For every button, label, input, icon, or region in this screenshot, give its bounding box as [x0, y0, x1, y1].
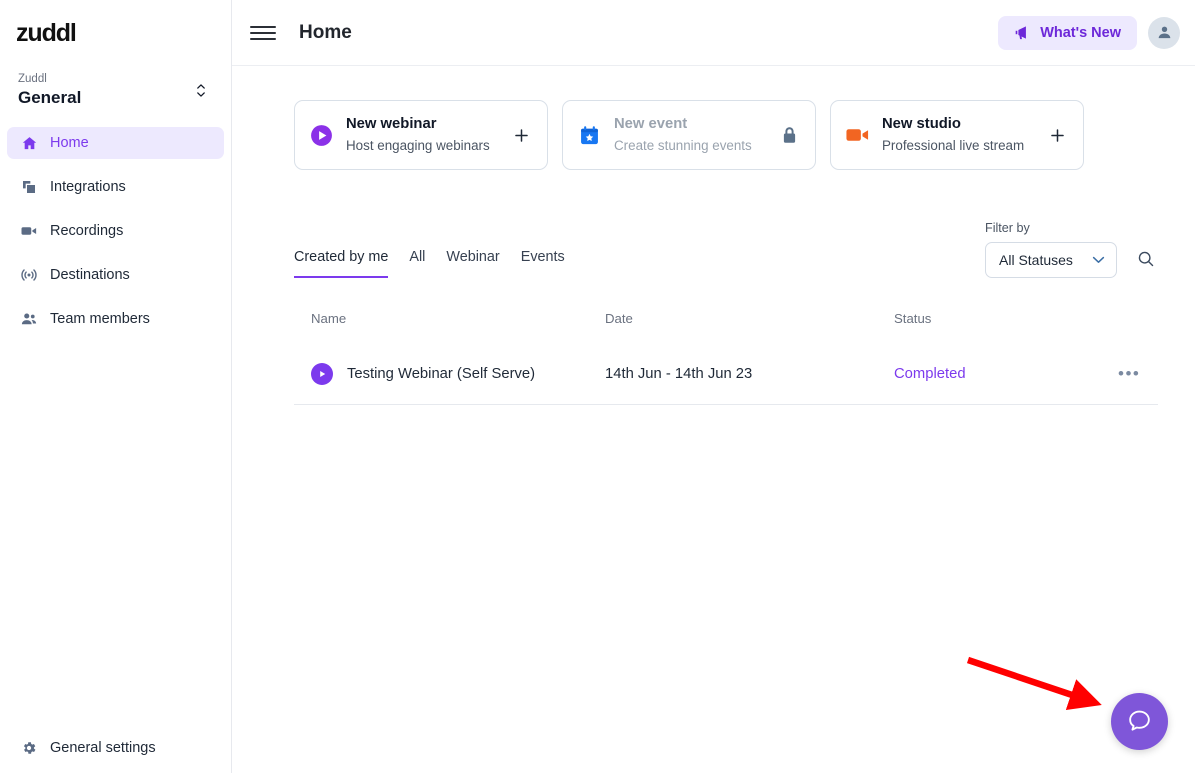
- calendar-icon: [576, 124, 602, 147]
- filter-by-block: Filter by All Statuses: [985, 221, 1117, 278]
- tab-created-by-me[interactable]: Created by me: [294, 249, 388, 278]
- sidebar-nav: Home Integrations Recordings: [0, 127, 231, 335]
- row-name-cell: Testing Webinar (Self Serve): [311, 363, 605, 385]
- tabs-and-filter: Created by me All Webinar Events Filter …: [294, 221, 1195, 278]
- recordings-icon: [20, 222, 38, 240]
- topbar-actions: What's New: [998, 16, 1180, 50]
- main-area: Home What's New: [232, 0, 1195, 773]
- home-icon: [20, 134, 38, 152]
- hamburger-bar: [250, 38, 276, 40]
- play-circle-icon: [308, 123, 334, 148]
- destinations-icon: [20, 266, 38, 284]
- sidebar-item-label: Destinations: [50, 267, 130, 283]
- org-switcher-chevrons: [197, 84, 209, 97]
- hamburger-bar: [250, 26, 276, 28]
- filter-by-label: Filter by: [985, 221, 1117, 235]
- card-new-webinar[interactable]: New webinar Host engaging webinars: [294, 100, 548, 170]
- plus-icon[interactable]: [510, 126, 532, 145]
- column-header-status: Status: [894, 311, 1118, 326]
- row-title: Testing Webinar (Self Serve): [347, 366, 535, 382]
- video-camera-icon: [844, 124, 870, 146]
- plus-icon[interactable]: [1046, 126, 1068, 145]
- items-table: Name Date Status Testing Webinar (Self S…: [294, 311, 1158, 405]
- hamburger-icon[interactable]: [250, 20, 276, 46]
- status-filter-select[interactable]: All Statuses: [985, 242, 1117, 278]
- card-title: New webinar: [346, 115, 510, 134]
- sidebar-item-recordings[interactable]: Recordings: [7, 215, 224, 247]
- column-header-date: Date: [605, 311, 894, 326]
- whats-new-button[interactable]: What's New: [998, 16, 1137, 50]
- tab-all[interactable]: All: [409, 249, 425, 278]
- card-text: New event Create stunning events: [614, 115, 778, 155]
- sidebar-item-team-members[interactable]: Team members: [7, 303, 224, 335]
- app-root: zuddl Zuddl General Home: [0, 0, 1195, 773]
- sidebar-item-integrations[interactable]: Integrations: [7, 171, 224, 203]
- sidebar-item-label: Recordings: [50, 223, 123, 239]
- zuddl-logo[interactable]: zuddl: [16, 19, 76, 48]
- chevron-down-icon: [197, 92, 205, 97]
- team-members-icon: [20, 310, 38, 328]
- play-circle-icon: [311, 363, 333, 385]
- card-subtitle: Host engaging webinars: [346, 136, 510, 155]
- sidebar-item-label: Team members: [50, 311, 150, 327]
- chevron-down-icon: [1092, 256, 1105, 264]
- megaphone-icon: [1014, 25, 1031, 40]
- card-text: New webinar Host engaging webinars: [346, 115, 510, 155]
- lock-icon: [778, 126, 800, 145]
- card-subtitle: Professional live stream: [882, 136, 1046, 155]
- org-switcher-text: Zuddl General: [18, 72, 81, 109]
- page-title: Home: [299, 22, 352, 44]
- brand-row: zuddl: [0, 0, 231, 66]
- org-switcher[interactable]: Zuddl General: [14, 68, 217, 117]
- row-date: 14th Jun - 14th Jun 23: [605, 366, 894, 382]
- sidebar-item-label: Home: [50, 135, 89, 151]
- org-parent-name: Zuddl: [18, 72, 81, 87]
- org-current-name: General: [18, 87, 81, 109]
- table-header-row: Name Date Status: [294, 311, 1158, 326]
- chevron-up-icon: [197, 84, 205, 89]
- user-avatar-icon: [1156, 24, 1173, 41]
- topbar: Home What's New: [232, 0, 1195, 66]
- tab-events[interactable]: Events: [521, 249, 565, 278]
- card-title: New event: [614, 115, 778, 134]
- column-header-actions: [1118, 311, 1158, 326]
- sidebar-item-destinations[interactable]: Destinations: [7, 259, 224, 291]
- card-text: New studio Professional live stream: [882, 115, 1046, 155]
- card-new-studio[interactable]: New studio Professional live stream: [830, 100, 1084, 170]
- gear-icon: [20, 739, 38, 757]
- search-icon[interactable]: [1133, 246, 1159, 272]
- chat-bubble-icon: [1126, 708, 1153, 735]
- table-row[interactable]: Testing Webinar (Self Serve) 14th Jun - …: [294, 343, 1158, 405]
- card-subtitle: Create stunning events: [614, 136, 778, 155]
- card-title: New studio: [882, 115, 1046, 134]
- action-cards: New webinar Host engaging webinars: [294, 100, 1195, 170]
- status-badge: Completed: [894, 366, 1118, 382]
- sidebar: zuddl Zuddl General Home: [0, 0, 232, 773]
- sidebar-item-label: Integrations: [50, 179, 126, 195]
- row-more-menu-button[interactable]: •••: [1118, 364, 1158, 384]
- sidebar-bottom: General settings: [0, 731, 232, 773]
- tabs: Created by me All Webinar Events: [294, 249, 565, 278]
- whats-new-label: What's New: [1040, 25, 1121, 41]
- filter-controls: Filter by All Statuses: [985, 221, 1159, 278]
- tab-webinar[interactable]: Webinar: [446, 249, 499, 278]
- hamburger-bar: [250, 32, 276, 34]
- user-avatar-button[interactable]: [1148, 17, 1180, 49]
- help-widget-button[interactable]: [1111, 693, 1168, 750]
- column-header-name: Name: [311, 311, 605, 326]
- sidebar-item-label: General settings: [50, 740, 156, 756]
- sidebar-item-general-settings[interactable]: General settings: [7, 731, 225, 765]
- annotation-red-arrow: [965, 653, 1105, 713]
- sidebar-item-home[interactable]: Home: [7, 127, 224, 159]
- status-filter-value: All Statuses: [999, 252, 1073, 268]
- integrations-icon: [20, 178, 38, 196]
- content: New webinar Host engaging webinars: [232, 66, 1195, 405]
- card-new-event[interactable]: New event Create stunning events: [562, 100, 816, 170]
